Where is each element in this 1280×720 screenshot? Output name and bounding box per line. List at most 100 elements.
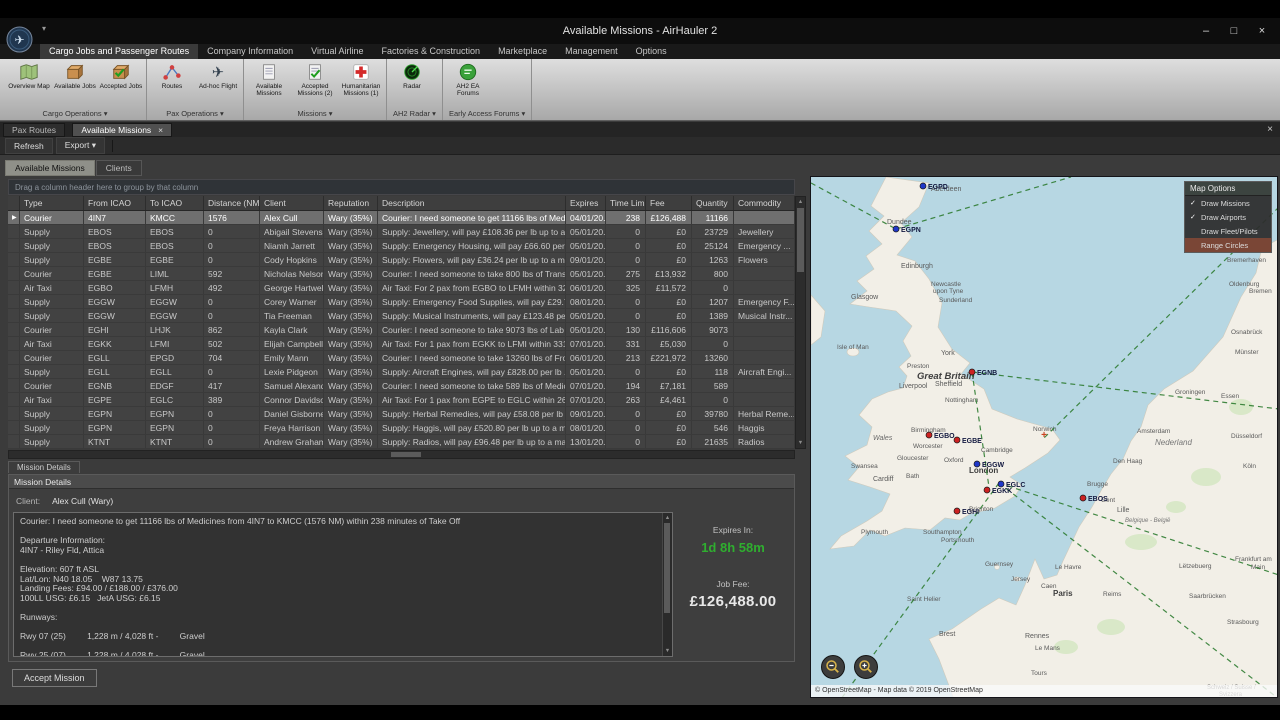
- map-option-draw-fleet-pilots[interactable]: Draw Fleet/Pilots: [1185, 224, 1271, 238]
- mission-row[interactable]: ▶Courier4IN7KMCC1576Alex CullWary (35%)C…: [8, 211, 795, 225]
- column-header-description[interactable]: Description: [378, 196, 566, 210]
- client-label: Client:: [16, 496, 40, 506]
- ribbon-button-humanitarian-missions-1[interactable]: Humanitarian Missions (1): [338, 60, 384, 109]
- cell-commodity: Musical Instr...: [734, 309, 795, 322]
- mission-detail-line: Departure Information:: [20, 536, 658, 546]
- cell-description: Supply: Aircraft Engines, will pay £828.…: [378, 365, 566, 378]
- ribbon-button-ad-hoc-flight[interactable]: ✈Ad-hoc Flight: [195, 60, 241, 109]
- mission-row[interactable]: SupplyEGPNEGPN0Freya HarrisonWary (35%)S…: [8, 421, 795, 435]
- mission-row[interactable]: SupplyEGBEEGBE0Cody HopkinsWary (35%)Sup…: [8, 253, 795, 267]
- column-header-commodity[interactable]: Commodity: [734, 196, 795, 210]
- column-header-reputation[interactable]: Reputation: [324, 196, 378, 210]
- mission-row[interactable]: Air TaxiEGKKLFMI502Elijah CampbellWary (…: [8, 337, 795, 351]
- mission-row[interactable]: CourierEGNBEDGF417Samuel AlexanderWary (…: [8, 379, 795, 393]
- mission-row[interactable]: Air TaxiEGBOLFMH492George HartwellWary (…: [8, 281, 795, 295]
- ribbon-button-label: Radar: [403, 83, 421, 90]
- mission-row[interactable]: SupplyEGGWEGGW0Tia FreemanWary (35%)Supp…: [8, 309, 795, 323]
- cell-client: Alex Cull: [260, 211, 324, 224]
- menu-tab-management[interactable]: Management: [556, 44, 627, 59]
- scroll-up-icon[interactable]: ▲: [796, 197, 805, 207]
- cell-type: Air Taxi: [20, 281, 84, 294]
- column-header-time-limit[interactable]: Time Limit: [606, 196, 646, 210]
- accept-mission-button[interactable]: Accept Mission: [12, 669, 97, 687]
- menu-tab-options[interactable]: Options: [627, 44, 676, 59]
- column-header-distance-nm[interactable]: Distance (NM): [204, 196, 260, 210]
- cell-reputation: Wary (35%): [324, 267, 378, 280]
- mission-row[interactable]: CourierEGHILHJK862Kayla ClarkWary (35%)C…: [8, 323, 795, 337]
- menu-tab-virtual-airline[interactable]: Virtual Airline: [302, 44, 372, 59]
- ribbon-button-available-missions[interactable]: Available Missions: [246, 60, 292, 109]
- map-option-draw-airports[interactable]: ✓Draw Airports: [1185, 210, 1271, 224]
- mission-row[interactable]: SupplyEGPNEGPN0Daniel GisborneWary (35%)…: [8, 407, 795, 421]
- description-scrollbar[interactable]: ▲ ▼: [662, 513, 672, 656]
- minimize-button[interactable]: –: [1192, 21, 1220, 40]
- menu-tab-company-information[interactable]: Company Information: [198, 44, 302, 59]
- mission-row[interactable]: SupplyEBOSEBOS0Niamh JarrettWary (35%)Su…: [8, 239, 795, 253]
- map-panel[interactable]: AberdeenDundeeEdinburghGlasgowNewcastleu…: [810, 176, 1278, 698]
- column-header-fee[interactable]: Fee: [646, 196, 692, 210]
- tab-available-missions[interactable]: Available Missions×: [72, 123, 172, 137]
- maximize-button[interactable]: □: [1220, 21, 1248, 40]
- map-zoom-controls: [821, 655, 878, 679]
- column-header-client[interactable]: Client: [260, 196, 324, 210]
- grid-vertical-scrollbar[interactable]: ▲ ▼: [795, 196, 806, 449]
- waypoint-cross-icon[interactable]: +: [1041, 430, 1047, 441]
- cell-client: Corey Warner: [260, 295, 324, 308]
- scroll-down-icon[interactable]: ▼: [663, 646, 672, 656]
- mission-row[interactable]: CourierEGLLEPGD704Emily MannWary (35%)Co…: [8, 351, 795, 365]
- tab-clients-view[interactable]: Clients: [96, 160, 142, 176]
- ribbon-button-accepted-jobs[interactable]: Accepted Jobs: [98, 60, 144, 109]
- cell-description: Supply: Emergency Food Supplies, will pa…: [378, 295, 566, 308]
- map-city-label: Cardiff: [873, 476, 894, 483]
- zoom-out-button[interactable]: [821, 655, 845, 679]
- mission-row[interactable]: SupplyEGLLEGLL0Lexie PidgeonWary (35%)Su…: [8, 365, 795, 379]
- cell-commodity: Flowers: [734, 253, 795, 266]
- map-option-range-circles[interactable]: Range Circles: [1185, 238, 1271, 252]
- column-header-type[interactable]: Type: [20, 196, 84, 210]
- map-option-draw-missions[interactable]: ✓Draw Missions: [1185, 196, 1271, 210]
- tab-close-icon[interactable]: ×: [158, 125, 163, 135]
- mission-details-tab[interactable]: Mission Details: [8, 461, 80, 473]
- mission-row[interactable]: Air TaxiEGPEEGLC389Connor DavidsonWary (…: [8, 393, 795, 407]
- airport-code-label: EGGW: [982, 462, 1005, 469]
- scrollbar-thumb[interactable]: [797, 208, 804, 272]
- mission-row[interactable]: SupplyEBOSEBOS0Abigail StevensWary (35%)…: [8, 225, 795, 239]
- zoom-in-button[interactable]: [854, 655, 878, 679]
- group-by-hint-bar[interactable]: Drag a column header here to group by th…: [8, 179, 795, 195]
- export-button[interactable]: Export ▾: [56, 137, 105, 154]
- column-header-from-icao[interactable]: From ICAO: [84, 196, 146, 210]
- menu-tab-marketplace[interactable]: Marketplace: [489, 44, 556, 59]
- ribbon-button-radar[interactable]: Radar: [389, 60, 435, 109]
- scrollbar-thumb[interactable]: [391, 452, 421, 457]
- column-header-expires[interactable]: Expires: [566, 196, 606, 210]
- tabbar-close-icon[interactable]: ×: [1267, 124, 1273, 135]
- app-logo-icon[interactable]: ✈: [6, 26, 33, 53]
- grid-horizontal-scrollbar[interactable]: [8, 450, 795, 459]
- cell-type: Air Taxi: [20, 393, 84, 406]
- cell-distance: 704: [204, 351, 260, 364]
- mission-row[interactable]: SupplyKTNTKTNT0Andrew GrahamWary (35%)Su…: [8, 435, 795, 449]
- column-header-quantity[interactable]: Quantity: [692, 196, 734, 210]
- cell-fee: £0: [646, 295, 692, 308]
- cell-type: Courier: [20, 267, 84, 280]
- tab-available-missions-view[interactable]: Available Missions: [5, 160, 95, 176]
- ribbon-button-ah2-ea-forums[interactable]: AH2 EA Forums: [445, 60, 491, 109]
- close-button[interactable]: ×: [1248, 21, 1276, 40]
- mission-row[interactable]: CourierEGBELIML592Nicholas NelsonWary (3…: [8, 267, 795, 281]
- column-header-to-icao[interactable]: To ICAO: [146, 196, 204, 210]
- mission-description-box[interactable]: Courier: I need someone to get 11166 lbs…: [13, 512, 673, 657]
- menu-tab-cargo-jobs-and-passenger-routes[interactable]: Cargo Jobs and Passenger Routes: [40, 44, 198, 59]
- refresh-button[interactable]: Refresh: [5, 138, 53, 154]
- mission-row[interactable]: SupplyEGGWEGGW0Corey WarnerWary (35%)Sup…: [8, 295, 795, 309]
- ribbon-button-routes[interactable]: Routes: [149, 60, 195, 109]
- menu-tab-factories-construction[interactable]: Factories & Construction: [373, 44, 490, 59]
- scroll-up-icon[interactable]: ▲: [663, 513, 672, 523]
- scroll-down-icon[interactable]: ▼: [796, 438, 805, 448]
- tab-pax-routes[interactable]: Pax Routes: [3, 123, 65, 137]
- cell-quantity: 0: [692, 281, 734, 294]
- ribbon-button-accepted-missions-2[interactable]: Accepted Missions (2): [292, 60, 338, 109]
- cell-reputation: Wary (35%): [324, 253, 378, 266]
- ribbon-button-overview-map[interactable]: Overview Map: [6, 60, 52, 109]
- ribbon-button-available-jobs[interactable]: Available Jobs: [52, 60, 98, 109]
- scrollbar-thumb[interactable]: [664, 523, 670, 613]
